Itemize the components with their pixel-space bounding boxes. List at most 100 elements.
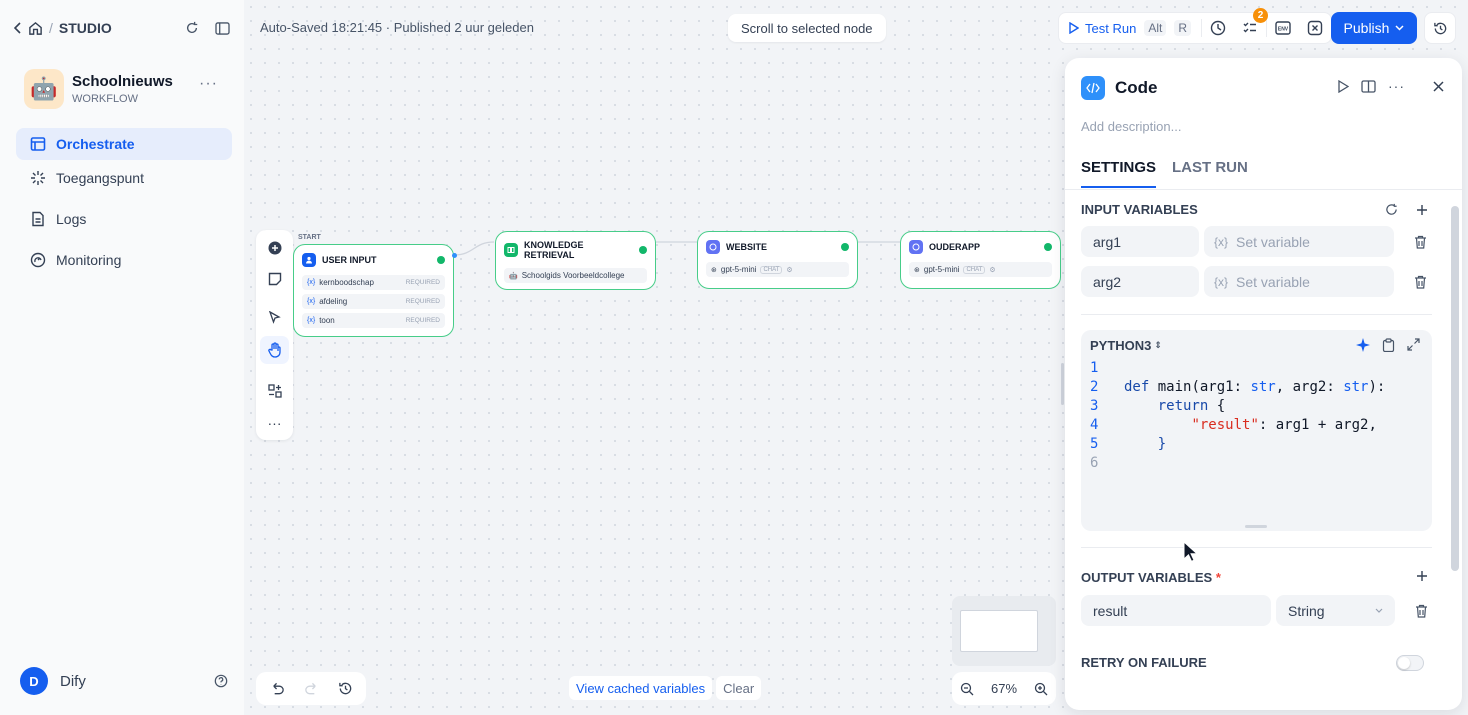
zoom-in-icon[interactable] — [1034, 682, 1048, 696]
expand-icon[interactable] — [1407, 338, 1420, 352]
output-type-select[interactable]: String — [1276, 595, 1395, 626]
nav-orchestrate[interactable]: Orchestrate — [16, 128, 232, 160]
code-line: 2 def main(arg1: str, arg2: str): — [1090, 378, 1385, 397]
output-variables-title: OUTPUT VARIABLES * — [1081, 570, 1221, 585]
minimap[interactable] — [952, 596, 1056, 666]
code-node-panel: Code ··· Add description... SETTINGS LAS… — [1065, 58, 1462, 710]
run-history-button[interactable] — [1202, 12, 1234, 44]
split-view-icon[interactable] — [1361, 79, 1376, 93]
node-user-input[interactable]: USER INPUT {x} kernboodschap REQUIRED {x} a… — [293, 244, 454, 337]
app-card[interactable]: 🤖 Schoolnieuws WORKFLOW ··· — [24, 69, 224, 109]
retry-toggle[interactable] — [1396, 655, 1424, 671]
panel-resize-handle[interactable] — [1061, 363, 1064, 405]
code-lines[interactable]: 1 2 def main(arg1: str, arg2: str): 3 ret… — [1090, 359, 1385, 473]
help-icon[interactable] — [214, 674, 228, 688]
home-icon[interactable] — [28, 21, 43, 36]
test-run-button[interactable]: Test Run Alt R — [1059, 13, 1201, 43]
refresh-icon[interactable] — [185, 21, 199, 35]
organize-tool[interactable] — [260, 377, 289, 405]
clear-button[interactable]: Clear — [716, 676, 762, 700]
conversation-variables-button[interactable] — [1299, 12, 1331, 44]
view-cached-variables-button[interactable]: View cached variables — [569, 676, 713, 700]
access-point-icon — [30, 170, 46, 186]
model-name: gpt-5-mini — [923, 265, 960, 274]
redo-icon[interactable] — [304, 682, 319, 696]
add-note-tool[interactable] — [260, 265, 289, 293]
user-name: Dify — [60, 672, 86, 690]
variable-selector[interactable]: {x} Set variable — [1204, 226, 1394, 257]
trash-icon[interactable] — [1414, 235, 1427, 249]
plus-circle-icon — [268, 241, 282, 255]
add-input-icon[interactable] — [1416, 204, 1428, 216]
code-line: 6 — [1090, 454, 1385, 473]
hand-tool[interactable] — [260, 336, 289, 364]
settings-icon: ⚙ — [786, 266, 793, 274]
user-input-icon — [302, 253, 316, 267]
required-badge: REQUIRED — [405, 279, 440, 286]
code-icon — [1081, 76, 1105, 100]
monitoring-icon — [30, 252, 46, 268]
undo-icon[interactable] — [270, 682, 285, 696]
panel-scrollbar[interactable] — [1451, 206, 1459, 571]
tab-settings[interactable]: SETTINGS — [1081, 159, 1157, 188]
studio-label[interactable]: STUDIO — [59, 20, 112, 36]
trash-icon[interactable] — [1415, 604, 1428, 618]
more-icon[interactable]: ··· — [1388, 78, 1405, 94]
input-variable-row: arg1 {x} Set variable — [1081, 226, 1432, 257]
avatar: D — [20, 667, 48, 695]
model-row: ⊛ gpt-5-mini CHAT ⚙ — [706, 262, 849, 277]
more-tools[interactable]: ··· — [260, 409, 289, 437]
trash-icon[interactable] — [1414, 275, 1427, 289]
llm-icon — [706, 240, 720, 254]
add-node-tool[interactable] — [260, 234, 289, 262]
variable-selector[interactable]: {x} Set variable — [1204, 266, 1394, 297]
success-status-icon — [841, 243, 849, 251]
sync-icon[interactable] — [1385, 203, 1398, 216]
chat-chip: CHAT — [760, 265, 783, 274]
variable-name-input[interactable]: arg2 — [1081, 266, 1199, 297]
node-title: OUDERAPP — [929, 242, 981, 252]
node-title: USER INPUT — [322, 255, 377, 265]
more-icon[interactable]: ··· — [199, 75, 218, 93]
scroll-to-selected-button[interactable]: Scroll to selected node — [728, 14, 886, 42]
publish-button[interactable]: Publish — [1331, 12, 1417, 44]
history-icon[interactable] — [338, 681, 353, 696]
tab-last-run[interactable]: LAST RUN — [1172, 159, 1248, 188]
nav-monitoring[interactable]: Monitoring — [16, 244, 232, 276]
nav-toegangspunt[interactable]: Toegangspunt — [16, 162, 232, 194]
line-number: 1 — [1090, 360, 1099, 376]
back-chevron-icon[interactable] — [14, 22, 22, 34]
code-line: 5 } — [1090, 435, 1385, 454]
cached-variables-bar: View cached variables Clear — [569, 676, 762, 700]
pointer-tool[interactable] — [260, 304, 289, 332]
variable-name-input[interactable]: arg1 — [1081, 226, 1199, 257]
close-icon[interactable] — [1433, 80, 1444, 92]
node-knowledge-retrieval[interactable]: KNOWLEDGE RETRIEVAL 🤖 Schoolgids Voorbeel… — [495, 231, 656, 290]
ai-sparkle-icon[interactable] — [1356, 338, 1370, 352]
user-menu[interactable]: D Dify — [20, 667, 228, 695]
sidebar-toggle-icon[interactable] — [215, 21, 230, 35]
top-actions: Test Run Alt R 2 ENV — [1058, 8, 1332, 44]
code-line: 4 "result": arg1 + arg2, — [1090, 416, 1385, 435]
output-name-input[interactable]: result — [1081, 595, 1271, 626]
zoom-out-icon[interactable] — [960, 682, 974, 696]
code-editor[interactable]: PYTHON3 ⇕ 1 2 def main(arg1: str, arg2: st… — [1081, 330, 1432, 531]
run-node-icon[interactable] — [1338, 79, 1349, 93]
editor-resize-handle[interactable] — [1245, 525, 1267, 528]
checklist-button[interactable]: 2 — [1234, 8, 1268, 44]
field-name: afdeling — [319, 297, 348, 306]
language-select[interactable]: PYTHON3 ⇕ — [1090, 338, 1162, 353]
panel-title[interactable]: Code — [1115, 78, 1158, 98]
version-history-button[interactable] — [1424, 12, 1456, 44]
connection-handle[interactable] — [452, 253, 457, 258]
node-ouderapp[interactable]: OUDERAPP ⊛ gpt-5-mini CHAT ⚙ — [900, 231, 1061, 289]
node-website[interactable]: WEBSITE ⊛ gpt-5-mini CHAT ⚙ — [697, 231, 858, 289]
copy-icon[interactable] — [1382, 338, 1395, 352]
description-input[interactable]: Add description... — [1081, 119, 1181, 134]
env-variables-button[interactable]: ENV — [1267, 12, 1299, 44]
nav-logs[interactable]: Logs — [16, 203, 232, 235]
knowledge-book-icon — [504, 243, 518, 257]
input-field-row: {x} toon REQUIRED — [302, 313, 445, 328]
add-output-icon[interactable] — [1416, 570, 1428, 582]
zoom-level[interactable]: 67% — [991, 681, 1017, 696]
